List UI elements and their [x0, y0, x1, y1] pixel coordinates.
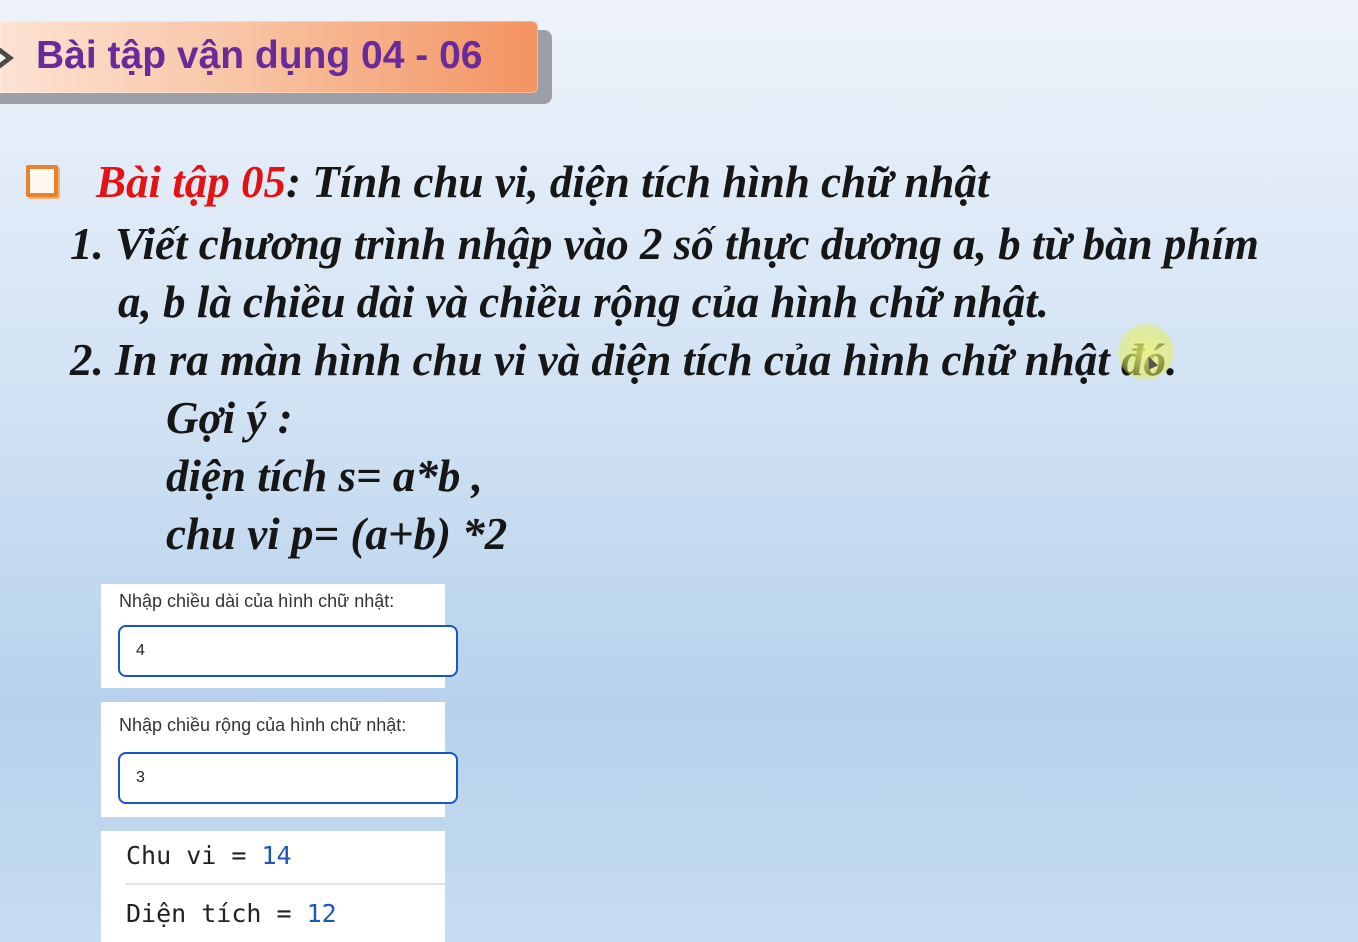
- length-label: Nhập chiều dài của hình chữ nhật:: [119, 591, 395, 611]
- arrow-marker-inner: [0, 49, 6, 67]
- checkbox-bullet-icon: [26, 165, 58, 197]
- hint-area-formula: diện tích s= a*b ,: [166, 451, 483, 501]
- output-panel: Chu vi = 14 Diện tích = 12: [101, 831, 445, 942]
- perimeter-value: 14: [261, 841, 292, 870]
- hint-title: Gợi ý :: [166, 393, 293, 443]
- exercise-title: : Tính chu vi, diện tích hình chữ nhật: [286, 157, 990, 207]
- area-label: Diện tích =: [126, 899, 307, 928]
- output-divider: [126, 883, 445, 885]
- hint-perimeter-formula: chu vi p= (a+b) *2: [166, 509, 508, 559]
- step-1-line-2: a, b là chiều dài và chiều rộng của hình…: [118, 277, 1049, 327]
- step-1-line-1: 1. Viết chương trình nhập vào 2 số thực …: [70, 219, 1259, 269]
- perimeter-output: Chu vi = 14: [126, 841, 292, 870]
- laser-pointer-highlight: [1118, 324, 1174, 380]
- slide-title: Bài tập vận dụng 04 - 06: [36, 34, 483, 77]
- width-label: Nhập chiều rộng của hình chữ nhật:: [119, 715, 407, 735]
- width-input[interactable]: 3: [118, 752, 458, 804]
- perimeter-label: Chu vi =: [126, 841, 262, 870]
- area-output: Diện tích = 12: [126, 899, 337, 928]
- width-prompt-panel: Nhập chiều rộng của hình chữ nhật: 3: [101, 702, 458, 817]
- exercise-heading: Bài tập 05: Tính chu vi, diện tích hình …: [96, 156, 989, 208]
- length-prompt-panel: Nhập chiều dài của hình chữ nhật: 4: [101, 584, 458, 688]
- area-value: 12: [306, 899, 337, 928]
- exercise-label: Bài tập 05: [96, 157, 287, 207]
- length-input[interactable]: 4: [118, 625, 458, 677]
- step-2: 2. In ra màn hình chu vi và diện tích củ…: [70, 335, 1178, 385]
